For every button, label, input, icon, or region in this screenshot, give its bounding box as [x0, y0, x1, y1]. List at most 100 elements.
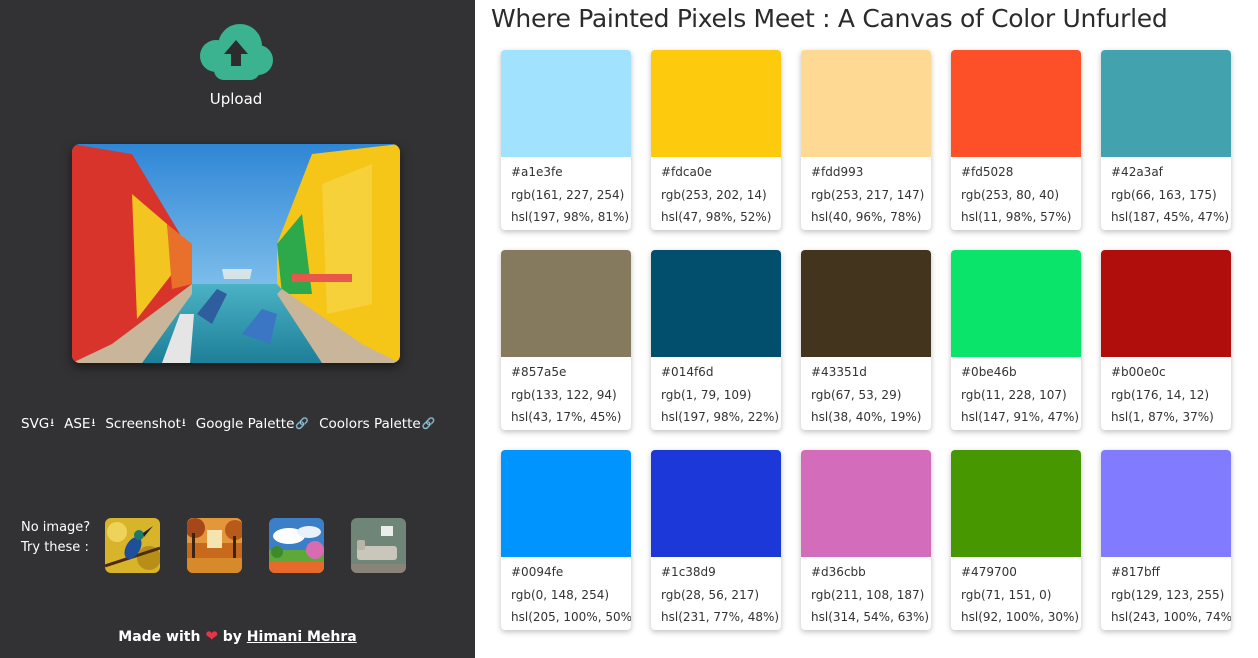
color-swatch[interactable] — [501, 450, 631, 557]
color-card: #42a3af rgb(66, 163, 175) hsl(187, 45%, 47… — [1101, 50, 1231, 230]
color-card: #857a5e rgb(133, 122, 94) hsl(43, 17%, 45%… — [501, 250, 631, 430]
rgb-code[interactable]: rgb(133, 122, 94) — [511, 384, 631, 407]
download-icon: ⭳ — [181, 416, 186, 429]
color-swatch[interactable] — [951, 450, 1081, 557]
rgb-code[interactable]: rgb(129, 123, 255) — [1111, 584, 1231, 607]
hsl-code[interactable]: hsl(197, 98%, 22%) — [661, 406, 781, 429]
color-swatch[interactable] — [651, 250, 781, 357]
color-codes: #0be46b rgb(11, 228, 107) hsl(147, 91%, 47… — [951, 357, 1081, 429]
hex-code[interactable]: #d36cbb — [811, 561, 931, 584]
color-swatch[interactable] — [651, 50, 781, 157]
hsl-code[interactable]: hsl(187, 45%, 47%) — [1111, 206, 1231, 229]
color-codes: #d36cbb rgb(211, 108, 187) hsl(314, 54%, 6… — [801, 557, 931, 629]
sample-label-line1: No image? — [21, 520, 91, 535]
export-svg-link[interactable]: SVG ⭳ — [21, 414, 54, 433]
sample-image-interior[interactable] — [351, 518, 406, 573]
color-card: #0094fe rgb(0, 148, 254) hsl(205, 100%, 50… — [501, 450, 631, 630]
color-card: #fdca0e rgb(253, 202, 14) hsl(47, 98%, 52%… — [651, 50, 781, 230]
hsl-code[interactable]: hsl(43, 17%, 45%) — [511, 406, 631, 429]
hex-code[interactable]: #479700 — [961, 561, 1081, 584]
hsl-code[interactable]: hsl(38, 40%, 19%) — [811, 406, 931, 429]
sample-image-bird[interactable] — [105, 518, 160, 573]
color-codes: #fdca0e rgb(253, 202, 14) hsl(47, 98%, 52%… — [651, 157, 781, 229]
hex-code[interactable]: #42a3af — [1111, 161, 1231, 184]
color-codes: #b00e0c rgb(176, 14, 12) hsl(1, 87%, 37%) — [1101, 357, 1231, 429]
rgb-code[interactable]: rgb(0, 148, 254) — [511, 584, 631, 607]
hsl-code[interactable]: hsl(1, 87%, 37%) — [1111, 406, 1231, 429]
color-swatch[interactable] — [1101, 50, 1231, 157]
rgb-code[interactable]: rgb(253, 202, 14) — [661, 184, 781, 207]
hsl-code[interactable]: hsl(205, 100%, 50%) — [511, 606, 631, 629]
rgb-code[interactable]: rgb(28, 56, 217) — [661, 584, 781, 607]
sample-image-autumn[interactable] — [187, 518, 242, 573]
color-codes: #fd5028 rgb(253, 80, 40) hsl(11, 98%, 57%) — [951, 157, 1081, 229]
color-swatch[interactable] — [801, 250, 931, 357]
heart-icon: ❤ — [205, 627, 218, 645]
color-card: #b00e0c rgb(176, 14, 12) hsl(1, 87%, 37%) — [1101, 250, 1231, 430]
cloud-upload-icon — [200, 24, 273, 80]
hsl-code[interactable]: hsl(47, 98%, 52%) — [661, 206, 781, 229]
color-card: #fdd993 rgb(253, 217, 147) hsl(40, 96%, 78… — [801, 50, 931, 230]
color-card: #fd5028 rgb(253, 80, 40) hsl(11, 98%, 57%) — [951, 50, 1081, 230]
color-swatch[interactable] — [1101, 450, 1231, 557]
hsl-code[interactable]: hsl(243, 100%, 74%) — [1111, 606, 1231, 629]
sample-images-label: No image? Try these : — [21, 518, 90, 558]
rgb-code[interactable]: rgb(161, 227, 254) — [511, 184, 631, 207]
color-swatch[interactable] — [951, 250, 1081, 357]
color-swatch[interactable] — [801, 50, 931, 157]
hex-code[interactable]: #014f6d — [661, 361, 781, 384]
hex-code[interactable]: #0be46b — [961, 361, 1081, 384]
color-swatch[interactable] — [501, 250, 631, 357]
hsl-code[interactable]: hsl(40, 96%, 78%) — [811, 206, 931, 229]
hsl-code[interactable]: hsl(92, 100%, 30%) — [961, 606, 1081, 629]
export-screenshot-label: Screenshot — [105, 415, 181, 432]
hex-code[interactable]: #b00e0c — [1111, 361, 1231, 384]
hsl-code[interactable]: hsl(231, 77%, 48%) — [661, 606, 781, 629]
hsl-code[interactable]: hsl(147, 91%, 47%) — [961, 406, 1081, 429]
hex-code[interactable]: #fdd993 — [811, 161, 931, 184]
hex-code[interactable]: #43351d — [811, 361, 931, 384]
rgb-code[interactable]: rgb(1, 79, 109) — [661, 384, 781, 407]
rgb-code[interactable]: rgb(71, 151, 0) — [961, 584, 1081, 607]
hex-code[interactable]: #fd5028 — [961, 161, 1081, 184]
color-swatch[interactable] — [651, 450, 781, 557]
hsl-code[interactable]: hsl(197, 98%, 81%) — [511, 206, 631, 229]
hex-code[interactable]: #857a5e — [511, 361, 631, 384]
hex-code[interactable]: #a1e3fe — [511, 161, 631, 184]
upload-button[interactable]: Upload — [186, 18, 286, 114]
hex-code[interactable]: #1c38d9 — [661, 561, 781, 584]
rgb-code[interactable]: rgb(11, 228, 107) — [961, 384, 1081, 407]
color-swatch[interactable] — [801, 450, 931, 557]
coolors-palette-link[interactable]: Coolors Palette 🔗 — [319, 414, 435, 433]
color-card: #1c38d9 rgb(28, 56, 217) hsl(231, 77%, 48%… — [651, 450, 781, 630]
rgb-code[interactable]: rgb(176, 14, 12) — [1111, 384, 1231, 407]
hex-code[interactable]: #817bff — [1111, 561, 1231, 584]
hex-code[interactable]: #0094fe — [511, 561, 631, 584]
hsl-code[interactable]: hsl(11, 98%, 57%) — [961, 206, 1081, 229]
upload-label: Upload — [209, 90, 263, 108]
link-icon: 🔗 — [295, 417, 310, 430]
export-links: SVG ⭳ ASE ⭳ Screenshot ⭳ Google Palette 🔗 Co… — [21, 414, 435, 433]
color-codes: #a1e3fe rgb(161, 227, 254) hsl(197, 98%, 8… — [501, 157, 631, 229]
export-ase-link[interactable]: ASE ⭳ — [64, 414, 95, 433]
color-swatch[interactable] — [501, 50, 631, 157]
sample-image-landscape[interactable] — [269, 518, 324, 573]
color-codes: #42a3af rgb(66, 163, 175) hsl(187, 45%, 47… — [1101, 157, 1231, 229]
rgb-code[interactable]: rgb(253, 217, 147) — [811, 184, 931, 207]
color-codes: #817bff rgb(129, 123, 255) hsl(243, 100%, … — [1101, 557, 1231, 629]
hex-code[interactable]: #fdca0e — [661, 161, 781, 184]
rgb-code[interactable]: rgb(253, 80, 40) — [961, 184, 1081, 207]
export-screenshot-link[interactable]: Screenshot ⭳ — [105, 414, 185, 433]
color-codes: #014f6d rgb(1, 79, 109) hsl(197, 98%, 22%) — [651, 357, 781, 429]
hsl-code[interactable]: hsl(314, 54%, 63%) — [811, 606, 931, 629]
color-codes: #0094fe rgb(0, 148, 254) hsl(205, 100%, 50… — [501, 557, 631, 629]
rgb-code[interactable]: rgb(66, 163, 175) — [1111, 184, 1231, 207]
color-swatch[interactable] — [1101, 250, 1231, 357]
palette-panel: Where Painted Pixels Meet : A Canvas of … — [475, 0, 1258, 658]
author-link[interactable]: Himani Mehra — [247, 629, 357, 645]
footer-by: by — [222, 629, 242, 645]
google-palette-link[interactable]: Google Palette 🔗 — [196, 414, 309, 433]
rgb-code[interactable]: rgb(211, 108, 187) — [811, 584, 931, 607]
color-swatch[interactable] — [951, 50, 1081, 157]
rgb-code[interactable]: rgb(67, 53, 29) — [811, 384, 931, 407]
